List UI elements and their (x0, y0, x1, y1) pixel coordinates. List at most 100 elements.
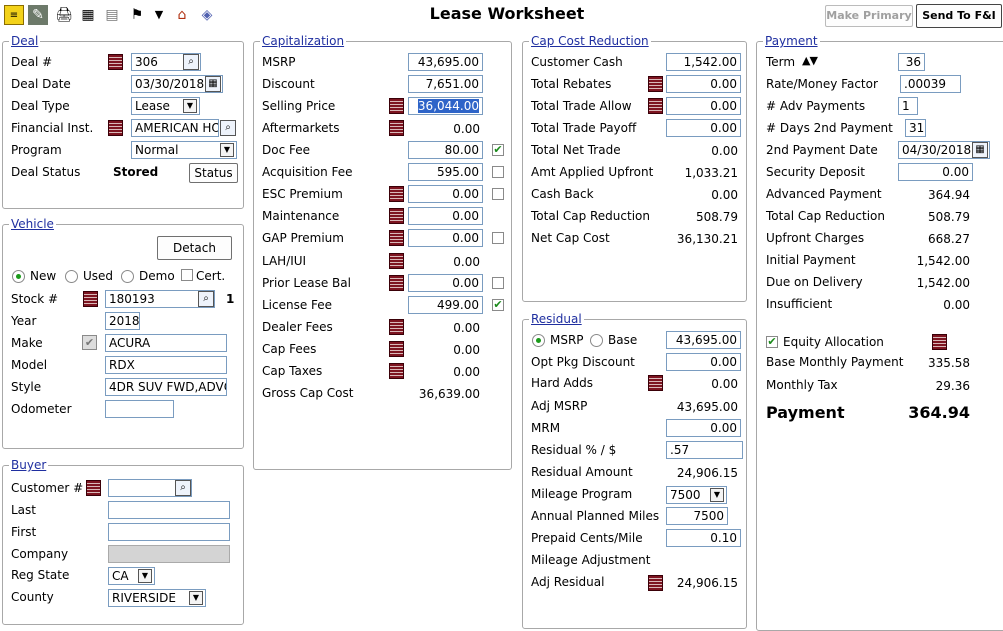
calculator-icon[interactable]: ▦ (78, 5, 98, 25)
acq-fee-input[interactable]: 595.00 (408, 163, 483, 181)
trade-payoff-input[interactable]: 0.00 (666, 119, 741, 137)
style-input[interactable]: 4DR SUV FWD,ADVC (105, 378, 227, 396)
residual-pct-input[interactable]: .57 (666, 441, 743, 459)
odometer-input[interactable] (105, 400, 174, 418)
prior-lease-checkbox[interactable] (492, 277, 504, 289)
msrp-input[interactable]: 43,695.00 (408, 53, 483, 71)
first-input[interactable] (108, 523, 230, 541)
acq-fee-checkbox[interactable] (492, 166, 504, 178)
flag-icon[interactable]: ⚑ (127, 5, 147, 25)
esc-input[interactable]: 0.00 (408, 185, 483, 203)
opt-pkg-input[interactable]: 0.00 (666, 353, 741, 371)
gross-cap-label: Gross Cap Cost (262, 386, 354, 400)
license-fee-input[interactable]: 499.00 (408, 296, 483, 314)
prior-lease-input[interactable]: 0.00 (408, 274, 483, 292)
customer-cash-input[interactable]: 1,542.00 (666, 53, 741, 71)
search-icon[interactable]: ⌕ (220, 120, 236, 136)
reg-state-select[interactable]: CA ▼ (108, 567, 155, 585)
lookup-book-icon[interactable] (389, 208, 404, 224)
cap-fees-value: 0.00 (453, 343, 480, 357)
initial-payment-value: 1,542.00 (916, 254, 970, 268)
chevron-down-icon[interactable]: ▼ (710, 488, 724, 502)
calendar-icon[interactable]: ▦ (972, 142, 988, 158)
term-input[interactable]: 36 (898, 53, 925, 71)
lookup-book-icon[interactable] (86, 480, 101, 496)
search-icon[interactable]: ⌕ (175, 480, 191, 496)
last-input[interactable] (108, 501, 230, 519)
maintenance-input[interactable]: 0.00 (408, 207, 483, 225)
doc-fee-input[interactable]: 80.00 (408, 141, 483, 159)
radio-msrp[interactable] (532, 334, 545, 347)
make-input[interactable]: ACURA (105, 334, 227, 352)
doc-fee-checkbox[interactable]: ✔ (492, 144, 504, 156)
make-primary-button[interactable]: Make Primary (825, 5, 913, 27)
lookup-book-icon[interactable] (389, 98, 404, 114)
make-lock-checkbox[interactable]: ✔ (82, 335, 97, 350)
lookup-book-icon[interactable] (389, 120, 404, 136)
security-deposit-input[interactable]: 0.00 (898, 163, 973, 181)
residual-msrp-input[interactable]: 43,695.00 (666, 331, 741, 349)
lookup-book-icon[interactable] (389, 363, 404, 379)
lookup-book-icon[interactable] (389, 186, 404, 202)
deal-type-select[interactable]: Lease ▼ (131, 97, 200, 115)
county-select[interactable]: RIVERSIDE ▼ (108, 589, 206, 607)
radio-base[interactable] (590, 334, 603, 347)
lookup-book-icon[interactable] (648, 76, 663, 92)
discount-input[interactable]: 7,651.00 (408, 75, 483, 93)
lookup-book-icon[interactable] (108, 120, 123, 136)
annual-miles-input[interactable]: 7500 (666, 507, 728, 525)
lookup-book-icon[interactable] (648, 98, 663, 114)
lookup-book-icon[interactable] (389, 275, 404, 291)
lookup-book-icon[interactable] (389, 253, 404, 269)
gap-input[interactable]: 0.00 (408, 229, 483, 247)
document-icon[interactable]: ✎ (28, 5, 48, 25)
radio-demo[interactable] (121, 270, 134, 283)
lookup-book-icon[interactable] (389, 230, 404, 246)
chevron-down-icon[interactable]: ▼ (189, 591, 203, 605)
search-icon[interactable]: ⌕ (183, 54, 199, 70)
esc-checkbox[interactable] (492, 188, 504, 200)
mileage-adjustment-label: Mileage Adjustment (531, 553, 651, 567)
selling-price-input[interactable]: 36,044.00 (408, 97, 483, 115)
house-money-icon[interactable]: ⌂ (172, 5, 192, 25)
rate-input[interactable]: .00039 (900, 75, 961, 93)
calendar-icon[interactable]: ▦ (205, 76, 221, 92)
lookup-book-icon[interactable] (108, 54, 123, 70)
chevron-down-icon[interactable]: ▼ (138, 569, 152, 583)
cert-checkbox[interactable] (181, 269, 193, 281)
year-input[interactable]: 2018 (105, 312, 140, 330)
lookup-book-icon[interactable] (83, 291, 98, 307)
equity-allocation-checkbox[interactable]: ✔ (766, 336, 778, 348)
detach-button[interactable]: Detach (157, 236, 232, 260)
license-fee-checkbox[interactable]: ✔ (492, 299, 504, 311)
total-rebates-input[interactable]: 0.00 (666, 75, 741, 93)
lookup-book-icon[interactable] (648, 575, 663, 591)
eraser-icon[interactable]: ◈ (197, 5, 217, 25)
radio-used[interactable] (65, 270, 78, 283)
trade-allow-input[interactable]: 0.00 (666, 97, 741, 115)
chevron-down-icon[interactable]: ▼ (183, 99, 197, 113)
prepaid-cents-input[interactable]: 0.10 (666, 529, 741, 547)
calendar-icon[interactable]: ▤ (102, 5, 122, 25)
adv-payments-input[interactable]: 1 (898, 97, 918, 115)
term-up-down-icon[interactable]: ▲▼ (802, 53, 818, 69)
mrm-input[interactable]: 0.00 (666, 419, 741, 437)
lookup-book-icon[interactable] (648, 375, 663, 391)
mileage-program-select[interactable]: 7500 ▼ (666, 486, 727, 504)
lookup-book-icon[interactable] (389, 319, 404, 335)
fin-inst-input[interactable]: AMERICAN HON (131, 119, 219, 137)
status-button[interactable]: Status (189, 163, 238, 183)
model-input[interactable]: RDX (105, 356, 227, 374)
search-icon[interactable]: ⌕ (198, 291, 214, 307)
chevron-down-icon[interactable]: ▼ (220, 143, 234, 157)
days-2nd-input[interactable]: 31 (905, 119, 926, 137)
send-to-fi-button[interactable]: Send To F&I (916, 4, 1002, 28)
lookup-book-icon[interactable] (389, 341, 404, 357)
gap-checkbox[interactable] (492, 232, 504, 244)
radio-new[interactable] (12, 270, 25, 283)
notes-icon[interactable]: ≡ (4, 5, 24, 25)
lookup-book-icon[interactable] (932, 334, 947, 350)
program-select[interactable]: Normal ▼ (131, 141, 237, 159)
chevron-down-icon[interactable]: ▼ (149, 5, 169, 25)
printer-icon[interactable]: 🖨 (54, 5, 74, 25)
